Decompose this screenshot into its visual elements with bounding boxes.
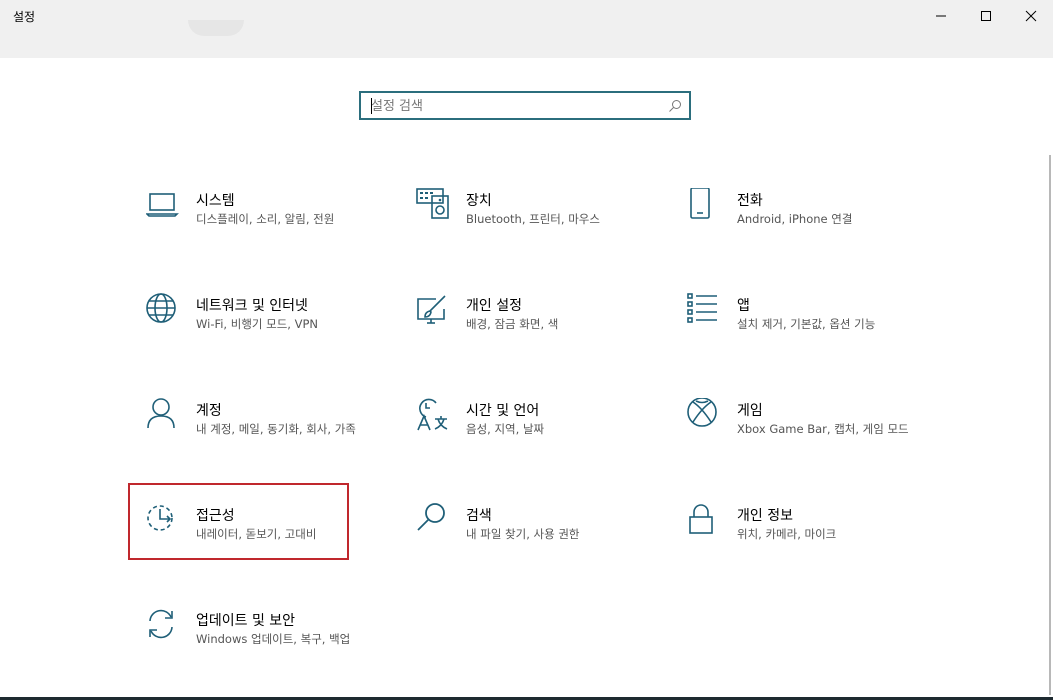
tile-desc: 디스플레이, 소리, 알림, 전원 <box>196 212 335 226</box>
tile-name: 네트워크 및 인터넷 <box>196 298 308 314</box>
tile-apps[interactable]: 앱 설치 제거, 기본값, 옵션 기능 <box>687 293 937 363</box>
paint-brush-icon <box>416 293 452 333</box>
tile-name: 시스템 <box>196 193 235 209</box>
apps-list-icon <box>687 293 723 333</box>
maximize-button[interactable] <box>963 0 1009 32</box>
tile-network[interactable]: 네트워크 및 인터넷 Wi-Fi, 비행기 모드, VPN <box>146 293 396 363</box>
tile-desc: 설치 제거, 기본값, 옵션 기능 <box>737 317 876 331</box>
tile-privacy[interactable]: 개인 정보 위치, 카메라, 마이크 <box>687 503 937 573</box>
tile-update-security[interactable]: 업데이트 및 보안 Windows 업데이트, 복구, 백업 <box>146 608 396 678</box>
text-caret <box>371 98 372 114</box>
tile-name: 개인 정보 <box>737 508 793 524</box>
minimize-button[interactable] <box>918 0 964 32</box>
sync-icon <box>146 608 182 648</box>
close-button[interactable] <box>1008 0 1053 32</box>
tile-desc: 내 계정, 메일, 동기화, 회사, 가족 <box>196 422 356 436</box>
tile-desc: Android, iPhone 연결 <box>737 212 853 226</box>
title-bar: 설정 <box>0 0 1053 58</box>
maximize-icon <box>981 11 991 21</box>
tile-desc: 위치, 카메라, 마이크 <box>737 527 837 541</box>
time-language-icon <box>416 398 452 438</box>
tile-desc: Windows 업데이트, 복구, 백업 <box>196 632 351 646</box>
magnifier-icon <box>416 503 452 543</box>
tile-desc: 내 파일 찾기, 사용 권한 <box>466 527 580 541</box>
tile-name: 업데이트 및 보안 <box>196 613 296 629</box>
keyboard-speaker-icon <box>416 188 452 228</box>
tile-time-language[interactable]: 시간 및 언어 음성, 지역, 날짜 <box>416 398 666 468</box>
tile-name: 게임 <box>737 403 763 419</box>
tile-name: 전화 <box>737 193 763 209</box>
tile-name: 검색 <box>466 508 492 524</box>
scrollbar[interactable] <box>1049 155 1051 695</box>
tile-desc: Wi-Fi, 비행기 모드, VPN <box>196 317 319 331</box>
xbox-icon <box>687 398 723 438</box>
selection-highlight <box>128 483 349 560</box>
tile-name: 개인 설정 <box>466 298 522 314</box>
tile-desc: 음성, 지역, 날짜 <box>466 422 545 436</box>
lock-icon <box>687 503 723 543</box>
tile-accounts[interactable]: 계정 내 계정, 메일, 동기화, 회사, 가족 <box>146 398 396 468</box>
tile-personalization[interactable]: 개인 설정 배경, 잠금 화면, 색 <box>416 293 666 363</box>
tile-search[interactable]: 검색 내 파일 찾기, 사용 권한 <box>416 503 666 573</box>
minimize-icon <box>936 15 946 17</box>
tile-name: 계정 <box>196 403 222 419</box>
laptop-icon <box>146 188 182 228</box>
search-input[interactable] <box>371 97 661 115</box>
close-icon <box>1025 10 1037 22</box>
search-icon <box>669 100 681 112</box>
tile-name: 앱 <box>737 298 750 314</box>
window-title: 설정 <box>13 10 36 24</box>
person-icon <box>146 398 182 438</box>
tile-name: 시간 및 언어 <box>466 403 540 419</box>
tile-desc: Xbox Game Bar, 캡처, 게임 모드 <box>737 422 909 436</box>
search-box[interactable] <box>359 91 691 120</box>
phone-icon <box>687 188 723 228</box>
tile-devices[interactable]: 장치 Bluetooth, 프린터, 마우스 <box>416 188 666 258</box>
tile-gaming[interactable]: 게임 Xbox Game Bar, 캡처, 게임 모드 <box>687 398 937 468</box>
tile-desc: 배경, 잠금 화면, 색 <box>466 317 559 331</box>
globe-icon <box>146 293 182 333</box>
tile-desc: Bluetooth, 프린터, 마우스 <box>466 212 600 226</box>
tile-phone[interactable]: 전화 Android, iPhone 연결 <box>687 188 937 258</box>
tile-system[interactable]: 시스템 디스플레이, 소리, 알림, 전원 <box>146 188 396 258</box>
tile-name: 장치 <box>466 193 492 209</box>
avatar <box>188 20 244 36</box>
